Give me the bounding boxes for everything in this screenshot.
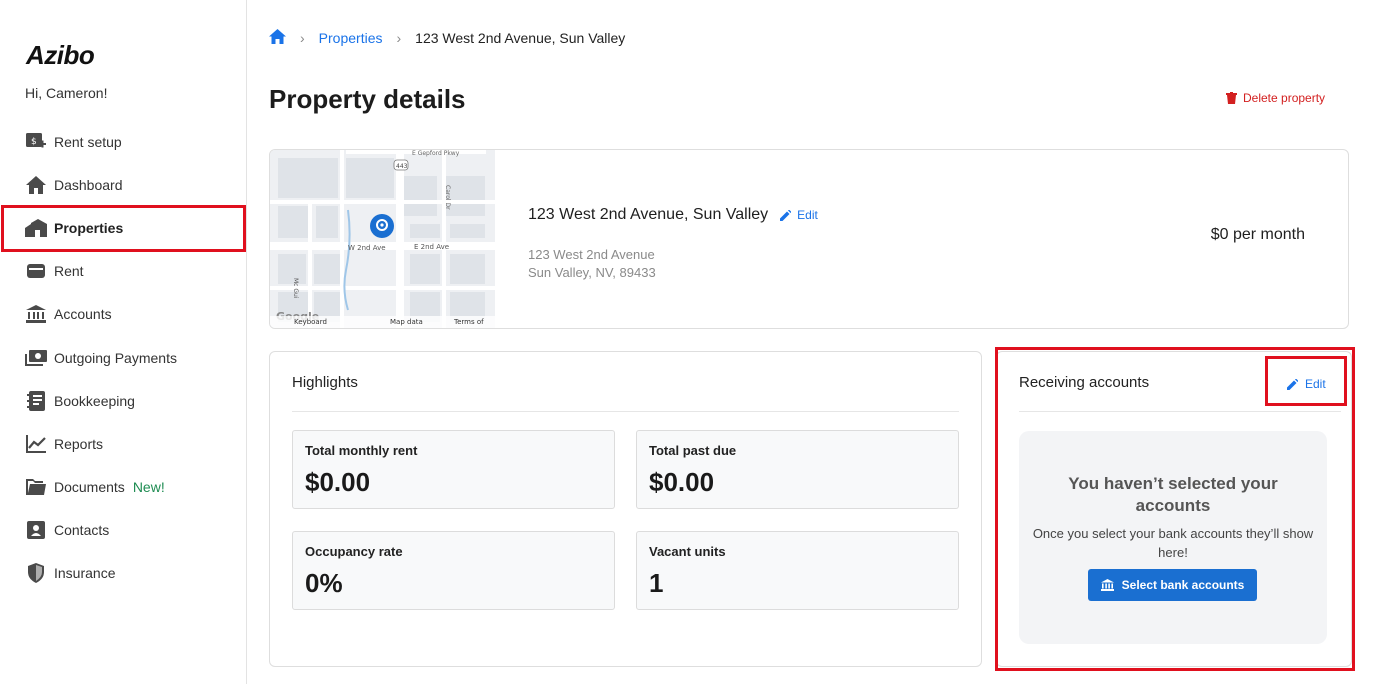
edit-receiving-accounts-button[interactable]: Edit [1287, 377, 1326, 391]
stat-total-monthly-rent: Total monthly rent $0.00 [292, 430, 615, 509]
stat-total-past-due: Total past due $0.00 [636, 430, 959, 509]
stat-occupancy-rate: Occupancy rate 0% [292, 531, 615, 610]
map-label-mcgui: Mc Gui [292, 278, 299, 299]
stat-label: Occupancy rate [305, 544, 403, 559]
stat-value: $0.00 [649, 467, 715, 497]
trash-icon [1226, 92, 1237, 104]
stat-label: Vacant units [649, 544, 726, 559]
breadcrumb-separator-icon: › [300, 30, 305, 46]
home-icon[interactable] [269, 29, 286, 47]
sidebar-item-dashboard[interactable]: Dashboard [0, 163, 246, 206]
empty-state-title: You haven’t selected your accounts [1068, 474, 1278, 515]
sidebar-item-label: Rent [54, 263, 84, 280]
pencil-icon [1287, 378, 1298, 390]
map-graphic: 443 E Gepford Pkwy Carol Dr W 2nd Ave E … [270, 150, 495, 328]
property-rent: $0 per month [1210, 226, 1305, 243]
rent-card-icon [25, 260, 47, 282]
empty-state-description: Once you select your bank accounts they’… [1032, 526, 1314, 560]
map-label-e2nd: E 2nd Ave [414, 243, 449, 251]
receiving-accounts-card: Receiving accounts Edit You haven’t sele… [996, 351, 1352, 667]
user-greeting: Hi, Cameron! [25, 85, 108, 101]
new-badge: New! [132, 479, 165, 496]
highlights-card: Highlights Total monthly rent $0.00 Tota… [269, 351, 982, 667]
divider [1019, 411, 1341, 412]
bank-icon [1100, 579, 1114, 591]
stat-vacant-units: Vacant units 1 [636, 531, 959, 610]
sidebar-item-label: Bookkeeping [54, 392, 135, 409]
book-icon [25, 390, 47, 412]
divider [292, 411, 959, 412]
properties-icon [25, 217, 47, 239]
folder-icon [25, 476, 47, 498]
sidebar-item-rent-setup[interactable]: $ Rent setup [0, 120, 246, 163]
sidebar-item-label: Outgoing Payments [54, 349, 177, 366]
map-label-terms: Terms of [453, 318, 484, 326]
breadcrumb-current: 123 West 2nd Avenue, Sun Valley [415, 30, 626, 46]
sidebar-item-outgoing-payments[interactable]: Outgoing Payments [0, 336, 246, 379]
rent-setup-icon: $ [25, 131, 47, 153]
stat-label: Total past due [649, 443, 737, 458]
sidebar-item-label: Properties [54, 219, 124, 236]
sidebar-item-properties[interactable]: Properties [0, 206, 246, 249]
breadcrumb-separator-icon: › [396, 30, 402, 46]
sidebar-item-contacts[interactable]: Contacts [0, 509, 246, 552]
sidebar: Azibo Hi, Cameron! $ Rent setup Dashboar… [0, 0, 247, 684]
map-label-keyboard: Keyboard [294, 318, 327, 326]
sidebar-item-documents[interactable]: Documents New! [0, 466, 246, 509]
delete-property-button[interactable]: Delete property [1226, 91, 1325, 105]
sidebar-item-label: Documents [54, 479, 125, 496]
edit-receiving-label: Edit [1305, 377, 1326, 391]
sidebar-item-label: Accounts [54, 306, 112, 323]
sidebar-item-insurance[interactable]: Insurance [0, 552, 246, 595]
map-label-carol: Carol Dr [444, 185, 451, 210]
stat-value: 1 [649, 568, 664, 598]
map-label-mapdata: Map data [390, 318, 423, 326]
property-address-line1: 123 West 2nd Avenue [528, 247, 655, 262]
sidebar-item-label: Reports [54, 435, 104, 452]
edit-property-label: Edit [797, 208, 818, 222]
breadcrumb: › Properties › 123 West 2nd Avenue, Sun … [269, 28, 625, 48]
payments-icon [25, 347, 47, 369]
contacts-icon [25, 519, 47, 541]
home-icon [25, 174, 47, 196]
stat-value: 0% [305, 568, 343, 598]
pencil-icon [780, 209, 792, 221]
empty-state: You haven’t selected your accounts Once … [1019, 431, 1327, 644]
sidebar-item-reports[interactable]: Reports [0, 422, 246, 465]
stat-label: Total monthly rent [305, 443, 418, 458]
app-root: Azibo Hi, Cameron! $ Rent setup Dashboar… [0, 0, 1398, 684]
receiving-accounts-title: Receiving accounts [1019, 374, 1150, 391]
sidebar-item-label: Dashboard [54, 176, 123, 193]
delete-property-label: Delete property [1243, 91, 1326, 105]
select-bank-accounts-button[interactable]: Select bank accounts [1088, 569, 1257, 601]
sidebar-item-rent[interactable]: Rent [0, 250, 246, 293]
page-title: Property details [269, 84, 466, 114]
sidebar-item-bookkeeping[interactable]: Bookkeeping [0, 379, 246, 422]
sidebar-item-accounts[interactable]: Accounts [0, 293, 246, 336]
property-address-line2: Sun Valley, NV, 89433 [528, 265, 656, 280]
highlights-title: Highlights [292, 374, 358, 391]
property-card: 443 E Gepford Pkwy Carol Dr W 2nd Ave E … [269, 149, 1349, 329]
select-bank-accounts-label: Select bank accounts [1121, 578, 1245, 592]
property-map[interactable]: 443 E Gepford Pkwy Carol Dr W 2nd Ave E … [270, 150, 495, 328]
sidebar-item-label: Rent setup [54, 133, 122, 150]
property-name: 123 West 2nd Avenue, Sun Valley [528, 206, 769, 223]
stat-value: $0.00 [305, 467, 371, 497]
svg-text:$: $ [31, 137, 37, 147]
bank-icon [25, 303, 47, 325]
app-logo: Azibo [26, 40, 95, 70]
edit-property-button[interactable]: Edit [780, 208, 818, 222]
map-label-443: 443 [396, 163, 408, 170]
breadcrumb-properties-link[interactable]: Properties [319, 30, 383, 46]
sidebar-item-label: Insurance [54, 565, 116, 582]
property-name-row: 123 West 2nd Avenue, Sun Valley Edit [528, 206, 818, 224]
sidebar-nav: $ Rent setup Dashboard Properties Rent A… [0, 120, 246, 595]
reports-icon [25, 433, 47, 455]
map-label-w2nd: W 2nd Ave [348, 244, 386, 252]
sidebar-item-label: Contacts [54, 522, 110, 539]
shield-icon [25, 562, 47, 584]
map-label-gepford: E Gepford Pkwy [412, 150, 460, 157]
